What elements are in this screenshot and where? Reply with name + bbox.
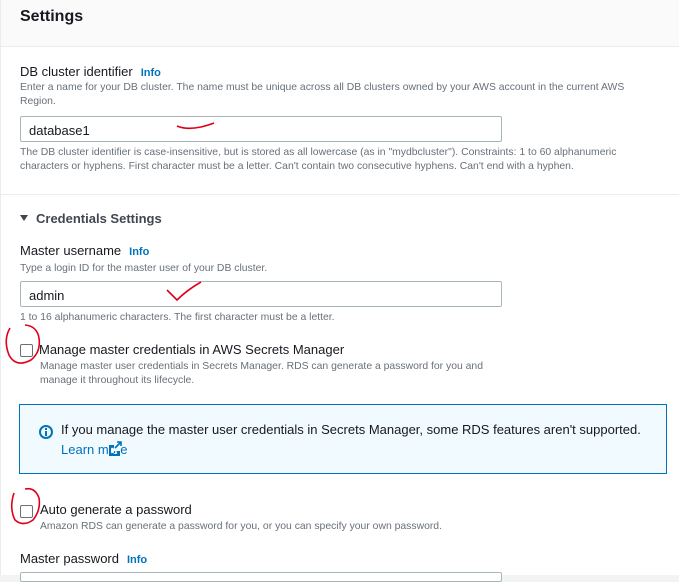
master-username-input[interactable]: admin	[20, 281, 502, 307]
section-divider	[1, 194, 679, 195]
caret-down-icon	[20, 215, 28, 221]
master-username-info-link[interactable]: Info	[129, 246, 149, 258]
master-password-label-text: Master password	[20, 551, 119, 566]
master-username-description: Type a login ID for the master user of y…	[20, 263, 268, 274]
credentials-section-title: Credentials Settings	[36, 211, 162, 226]
manage-credentials-description: Manage master user credentials in Secret…	[40, 361, 483, 386]
db-cluster-constraint: The DB cluster identifier is case-insens…	[20, 147, 617, 172]
db-cluster-input[interactable]: database1	[20, 116, 502, 142]
alert-message: If you manage the master user credential…	[61, 422, 641, 437]
auto-generate-password-checkbox[interactable]	[20, 505, 33, 518]
db-cluster-label: DB cluster identifier Info	[20, 64, 161, 79]
master-password-info-link[interactable]: Info	[127, 554, 147, 566]
manage-credentials-label[interactable]: Manage master credentials in AWS Secrets…	[39, 342, 344, 357]
master-username-label-text: Master username	[20, 243, 122, 258]
master-password-input[interactable]	[20, 572, 502, 582]
master-username-label: Master username Info	[20, 243, 149, 258]
manage-credentials-checkbox[interactable]	[20, 344, 33, 357]
db-cluster-info-link[interactable]: Info	[141, 67, 161, 79]
info-circle-icon	[39, 425, 53, 439]
auto-generate-password-label[interactable]: Auto generate a password	[40, 502, 192, 517]
secrets-manager-info-alert: If you manage the master user credential…	[19, 404, 667, 474]
db-cluster-description: Enter a name for your DB cluster. The na…	[20, 82, 625, 107]
settings-header: Settings	[1, 0, 679, 47]
page-title: Settings	[20, 8, 84, 25]
master-username-constraint: 1 to 16 alphanumeric characters. The fir…	[20, 312, 335, 323]
auto-generate-password-description: Amazon RDS can generate a password for y…	[40, 521, 442, 532]
master-password-label: Master password Info	[20, 551, 147, 566]
external-link-arrow-icon	[114, 441, 122, 449]
credentials-section-toggle[interactable]: Credentials Settings	[20, 211, 162, 226]
settings-panel: Settings DB cluster identifier Info Enter…	[0, 0, 679, 582]
db-cluster-label-text: DB cluster identifier	[20, 64, 133, 79]
